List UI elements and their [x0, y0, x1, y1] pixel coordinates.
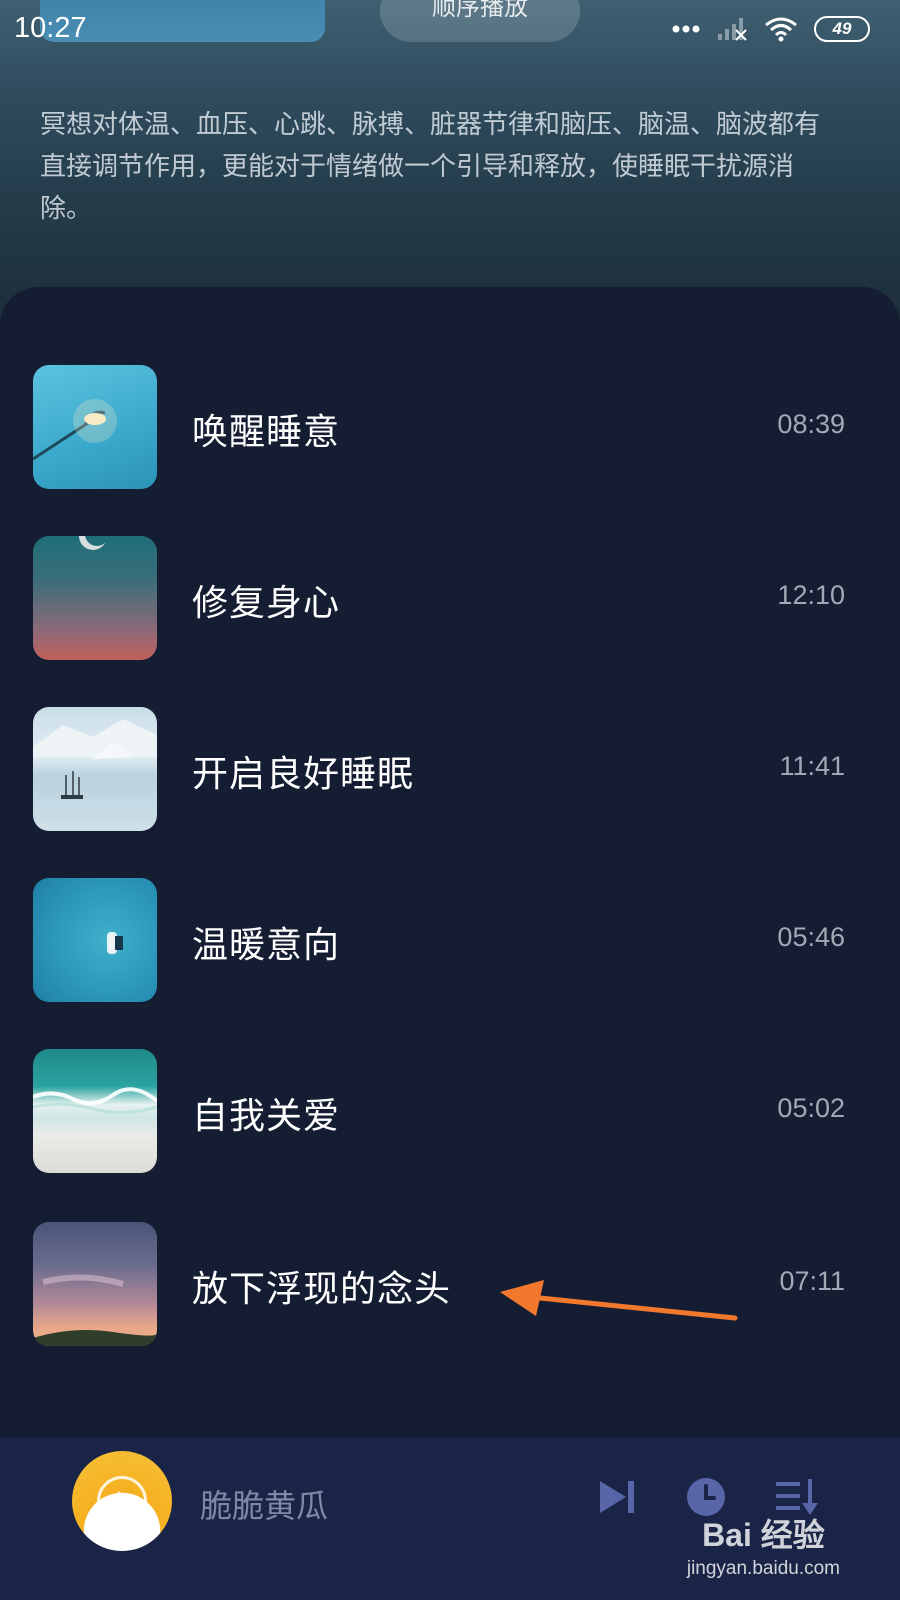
track-title: 唤醒睡意	[192, 412, 341, 453]
battery-indicator: 49	[814, 16, 870, 42]
meditation-description: 冥想对体温、血压、心跳、脉搏、脏器节律和脑压、脑温、脑波都有直接调节作用，更能对…	[40, 110, 821, 224]
track-title: 放下浮现的念头	[192, 1269, 452, 1310]
track-title: 开启良好睡眠	[192, 754, 415, 795]
track-thumbnail-dusk-sky	[33, 1222, 157, 1346]
track-item[interactable]: 开启良好睡眠 11:41	[0, 707, 900, 832]
track-thumbnail-beach-waves	[33, 1049, 157, 1173]
track-duration: 05:02	[777, 1093, 845, 1123]
signal-icon	[718, 18, 747, 41]
track-item[interactable]: 温暖意向 05:46	[0, 878, 900, 1003]
track-thumbnail-moon-gradient	[33, 536, 157, 660]
track-duration: 07:11	[779, 1266, 845, 1296]
track-duration: 12:10	[777, 580, 845, 610]
more-dots-icon	[672, 25, 700, 33]
track-duration: 05:46	[777, 922, 845, 952]
track-item[interactable]: 放下浮现的念头 07:11	[0, 1222, 900, 1347]
annotation-arrow	[500, 1280, 738, 1321]
baidu-watermark: Bai 经验 jingyan.baidu.com	[687, 1510, 840, 1580]
track-item[interactable]: 自我关爱 05:02	[0, 1049, 900, 1174]
track-title: 温暖意向	[192, 925, 341, 966]
now-playing-cover[interactable]	[72, 1451, 172, 1551]
track-item[interactable]: 修复身心 12:10	[0, 536, 900, 661]
status-bar: 10:27 49	[0, 0, 900, 60]
track-duration: 11:41	[779, 751, 845, 781]
status-time: 10:27	[14, 12, 87, 44]
play-icon[interactable]	[97, 1476, 147, 1526]
now-playing-title: 脆脆黄瓜	[200, 1487, 329, 1525]
wifi-icon	[765, 17, 797, 42]
track-duration: 08:39	[777, 409, 845, 439]
track-thumbnail-sailboat-ice	[33, 707, 157, 831]
track-thumbnail-boat-ocean	[33, 878, 157, 1002]
track-title: 修复身心	[192, 583, 341, 624]
track-thumbnail-street-lamp	[33, 365, 157, 489]
skip-next-icon[interactable]	[598, 1479, 638, 1515]
track-item[interactable]: 唤醒睡意 08:39	[0, 365, 900, 490]
track-title: 自我关爱	[192, 1096, 341, 1137]
watermark-logo: Bai 经验	[702, 1517, 825, 1553]
watermark-url: jingyan.baidu.com	[686, 1558, 840, 1579]
